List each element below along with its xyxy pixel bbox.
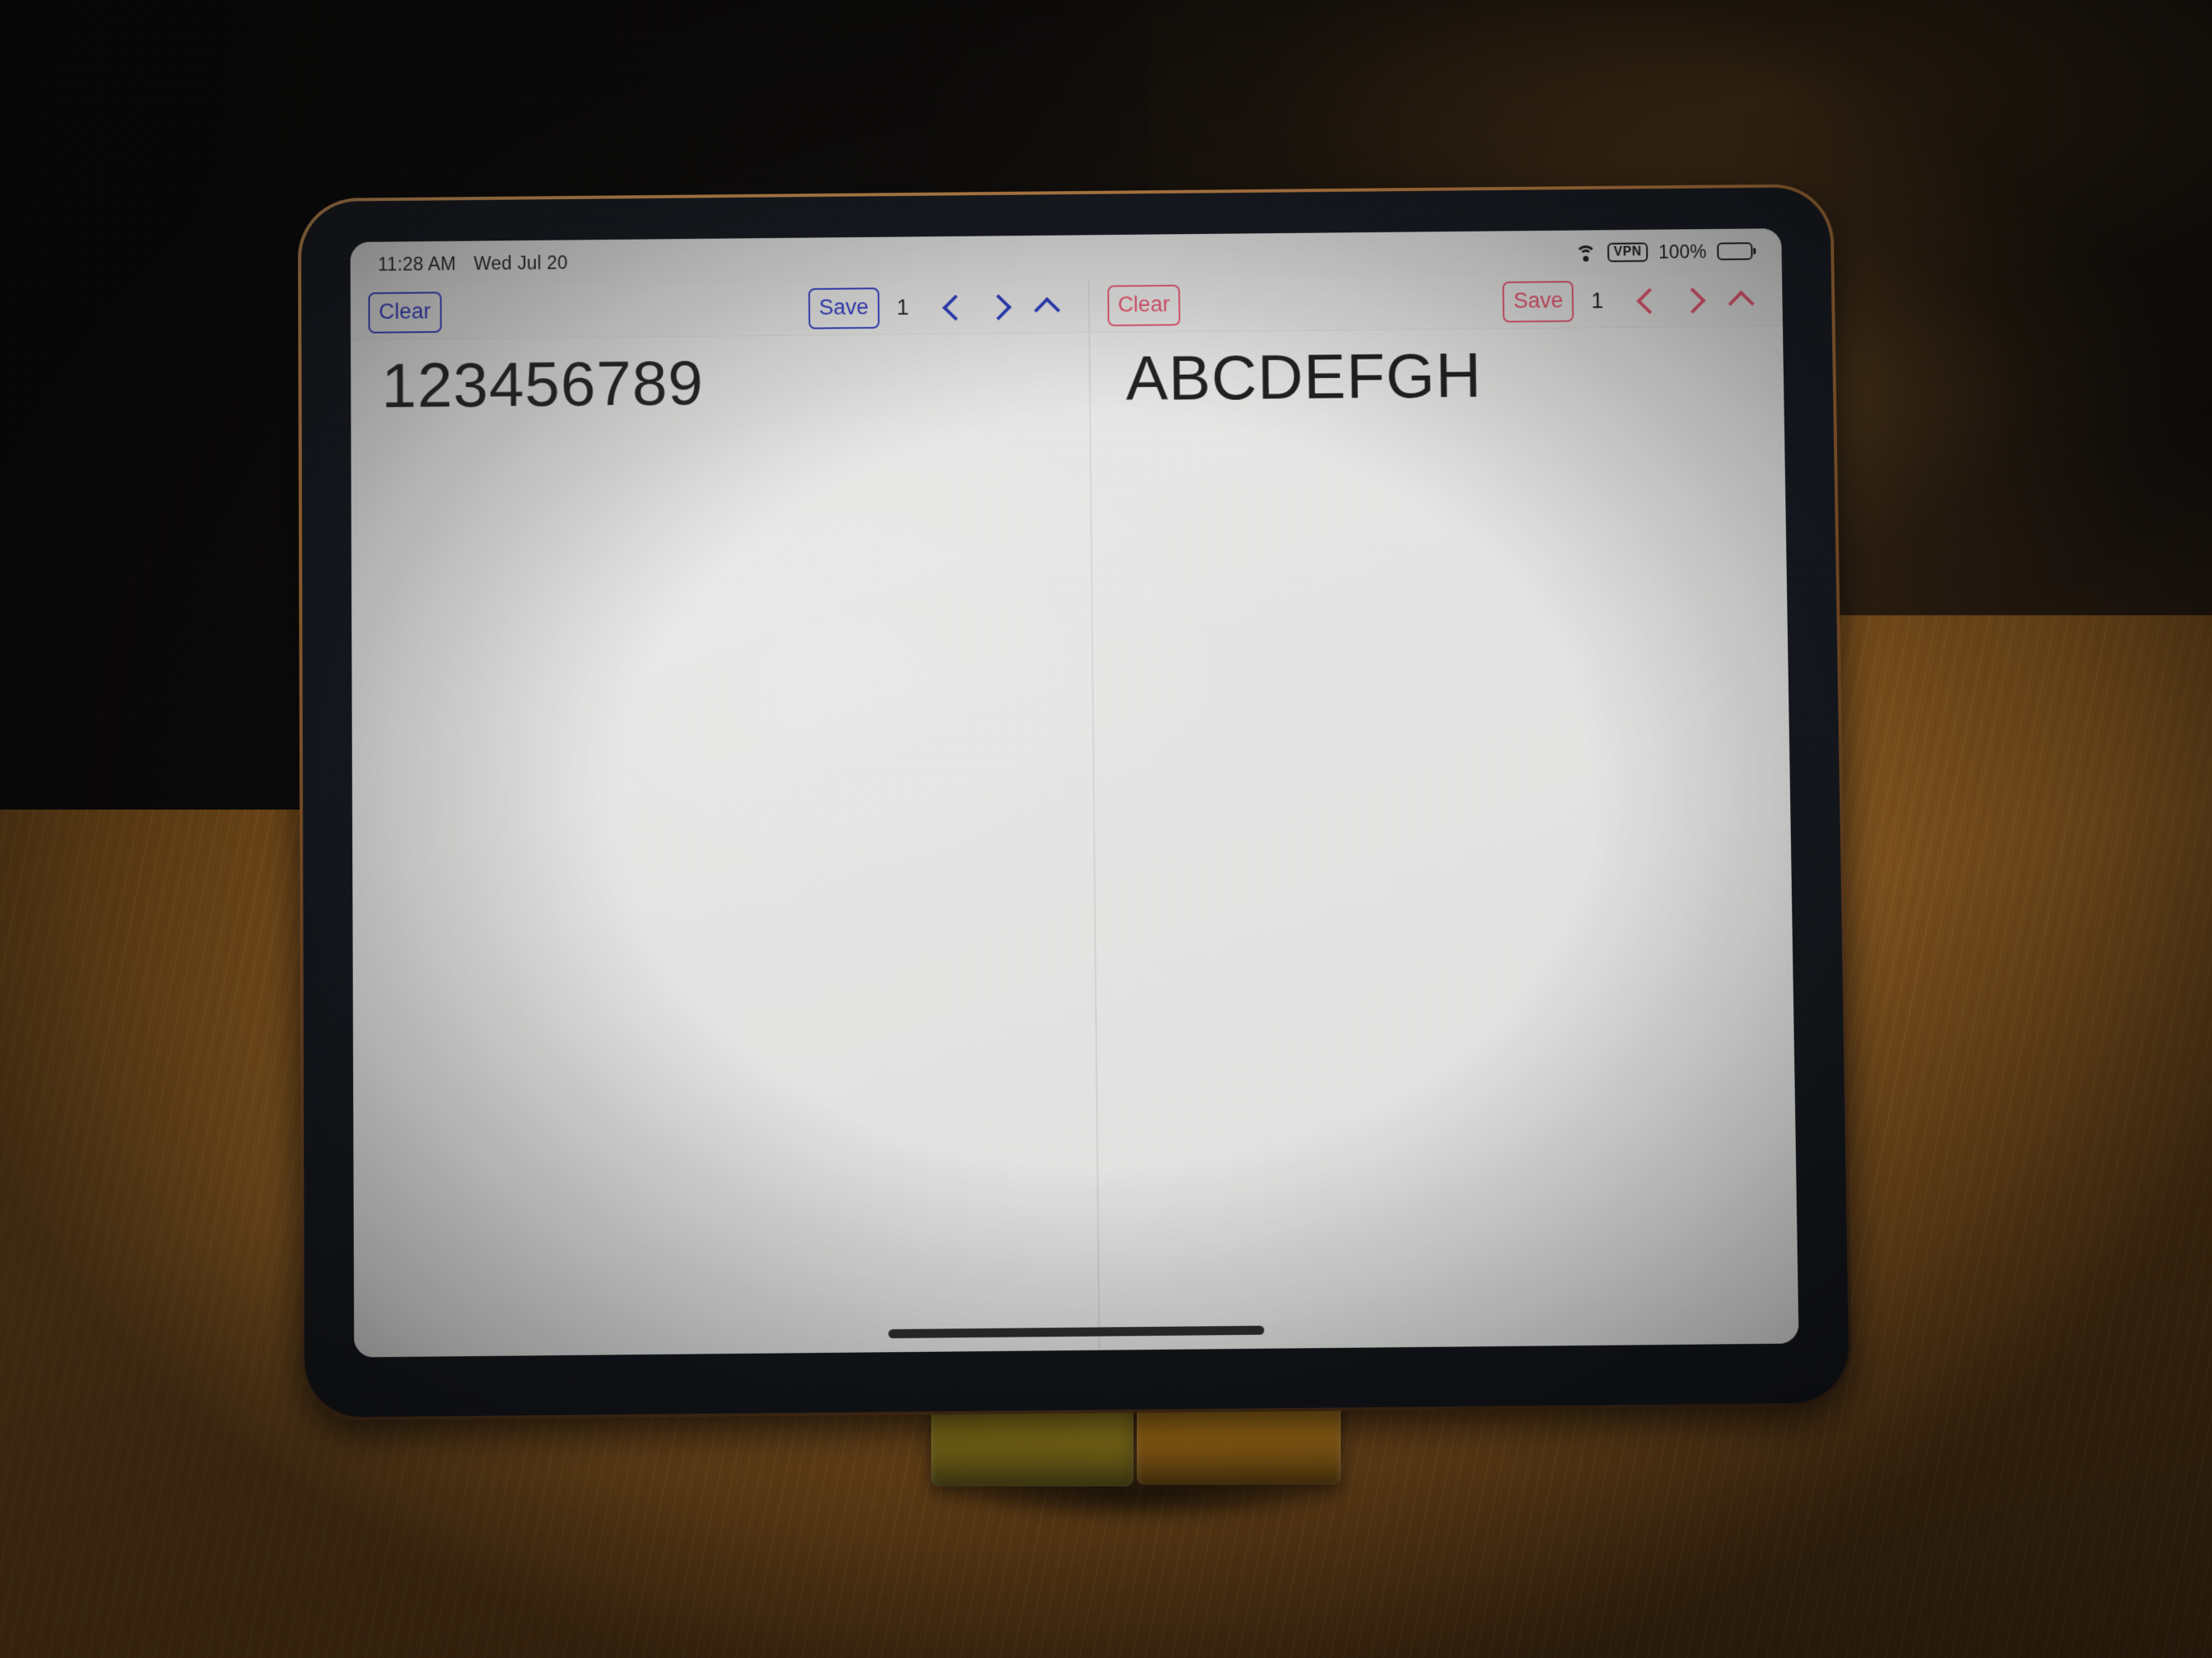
- pane-right-text: ABCDEFGH: [1125, 339, 1482, 414]
- status-date: Wed Jul 20: [474, 251, 568, 274]
- photo-scene: 11:28 AM Wed Jul 20 VPN 100% Clear Save …: [0, 0, 2212, 1658]
- save-button-right[interactable]: Save: [1502, 280, 1574, 323]
- pane-right: Clear Save 1 ABCDEFGH: [1087, 273, 1799, 1350]
- chevron-up-icon-left-pane[interactable]: [1023, 287, 1070, 325]
- chevron-right-icon-right-pane[interactable]: [1671, 281, 1718, 320]
- page-number-left: 1: [896, 295, 909, 320]
- page-number-right: 1: [1591, 288, 1604, 313]
- clear-button-left[interactable]: Clear: [368, 291, 442, 334]
- pane-left-text: 123456789: [381, 346, 704, 421]
- chevron-left-icon-left-pane[interactable]: [929, 288, 976, 327]
- split-view: Clear Save 1 123456789 Clear Save 1 ABCD…: [350, 273, 1799, 1358]
- chevron-left-icon-right-pane[interactable]: [1624, 281, 1671, 320]
- wifi-icon: [1574, 244, 1597, 266]
- pane-left-body[interactable]: 123456789: [351, 333, 1098, 1357]
- battery-percent-label: 100%: [1658, 240, 1708, 262]
- toolbar-right: Clear Save 1: [1089, 273, 1783, 334]
- chevron-up-icon-right-pane[interactable]: [1717, 280, 1764, 319]
- toolbar-left: Clear Save 1: [350, 279, 1088, 340]
- tablet-device: 11:28 AM Wed Jul 20 VPN 100% Clear Save …: [297, 184, 1853, 1421]
- tablet-screen: 11:28 AM Wed Jul 20 VPN 100% Clear Save …: [350, 228, 1799, 1358]
- save-button-left[interactable]: Save: [808, 287, 879, 329]
- status-time: 11:28 AM: [377, 253, 457, 274]
- chevron-right-icon-left-pane[interactable]: [976, 287, 1023, 326]
- toolbar-spacer-left: [441, 308, 809, 312]
- status-bar-left: 11:28 AM Wed Jul 20: [378, 252, 568, 275]
- battery-full-icon: [1716, 242, 1753, 261]
- pane-left: Clear Save 1 123456789: [350, 279, 1099, 1358]
- status-bar-right: VPN 100%: [1574, 240, 1753, 266]
- pane-right-body[interactable]: ABCDEFGH: [1090, 326, 1799, 1350]
- toolbar-spacer-right: [1180, 302, 1504, 305]
- vpn-badge: VPN: [1606, 242, 1648, 263]
- clear-button-right[interactable]: Clear: [1107, 284, 1180, 327]
